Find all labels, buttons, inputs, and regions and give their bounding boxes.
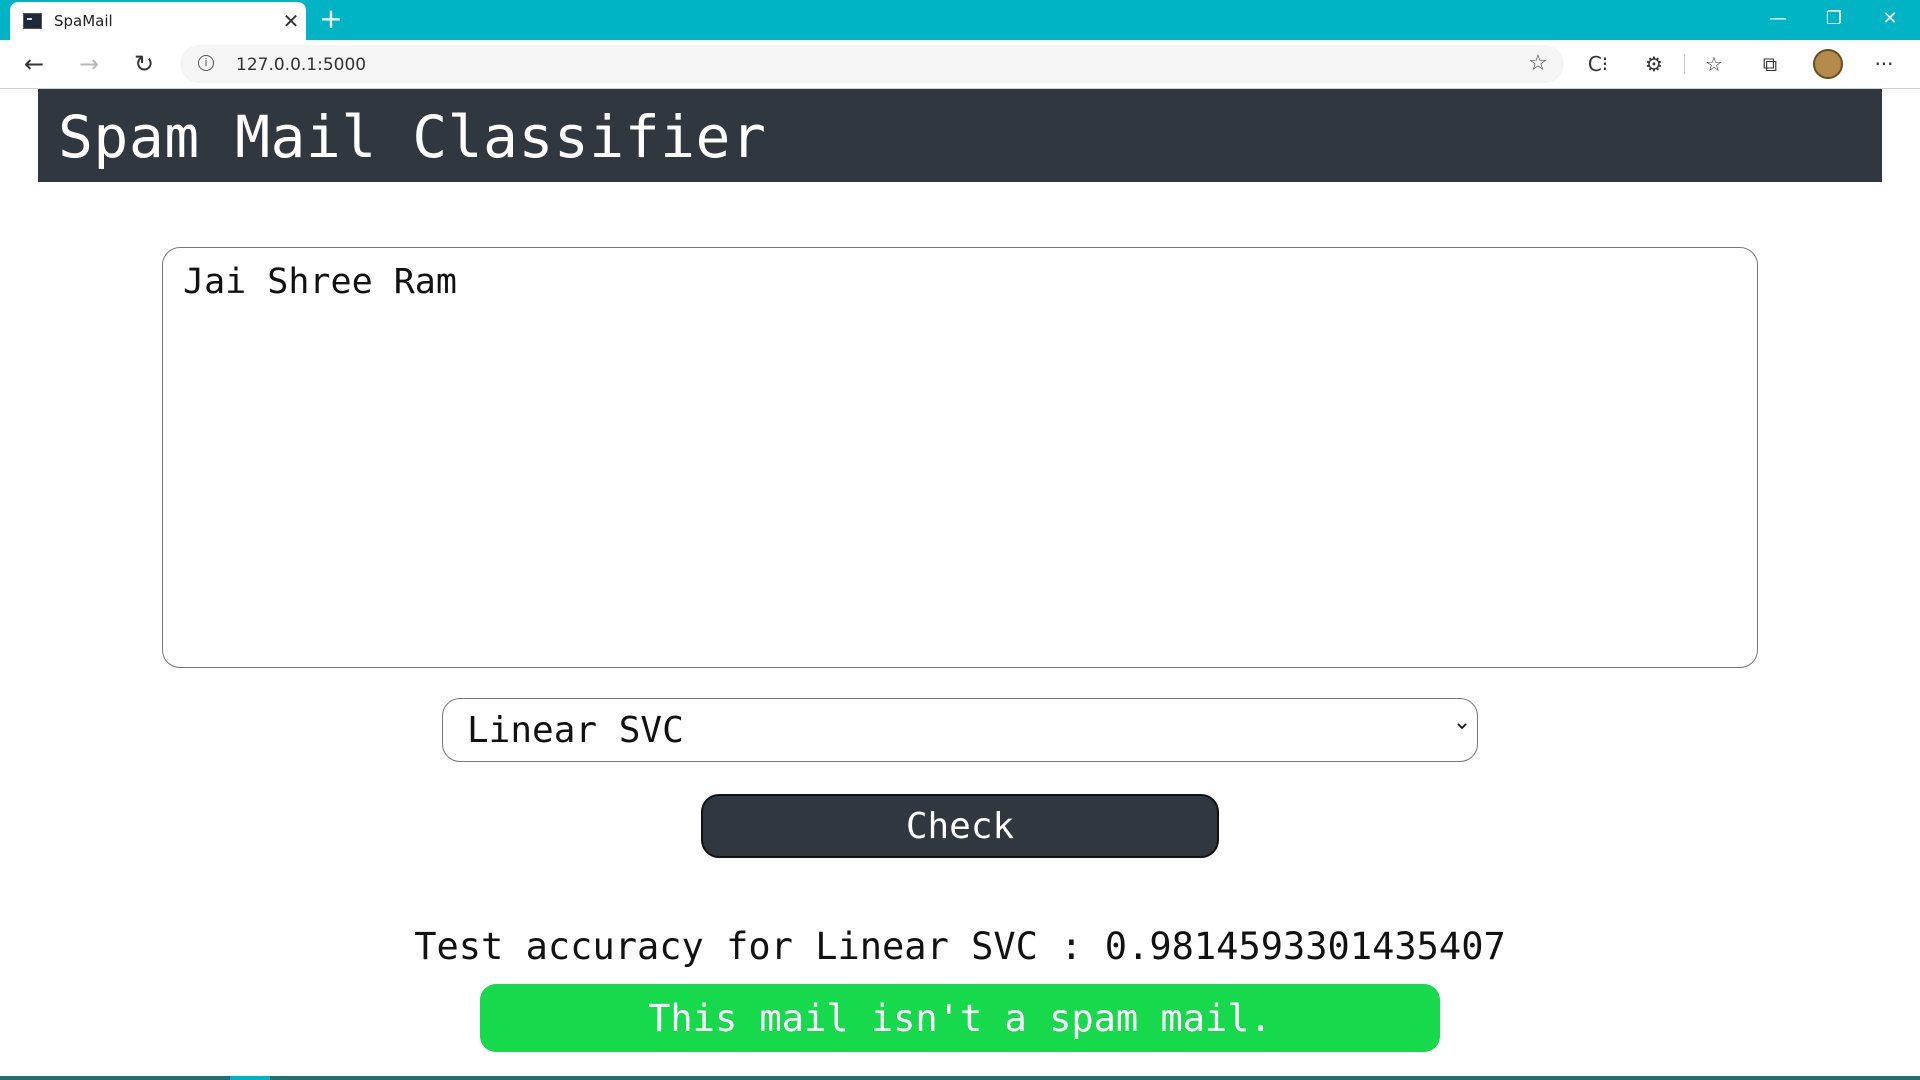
forward-button[interactable]: → xyxy=(71,46,107,82)
page-content: Spam Mail Classifier Jai Shree Ram Linea… xyxy=(0,89,1920,1080)
url-text[interactable]: 127.0.0.1:5000 xyxy=(236,55,366,75)
extensions-icon[interactable]: ⚙ xyxy=(1636,46,1672,82)
model-select[interactable]: Linear SVC xyxy=(442,698,1478,762)
site-info-icon[interactable]: i xyxy=(198,55,214,71)
browser-titlebar: SpaMail ✕ + — ❐ ✕ xyxy=(0,0,1920,40)
chevron-down-icon xyxy=(1457,723,1467,730)
result-banner: This mail isn't a spam mail. xyxy=(480,984,1440,1052)
more-icon[interactable]: ··· xyxy=(1866,46,1902,82)
browser-toolbar: ← → ↻ i 127.0.0.1:5000 ☆ C⁝ ⚙ ☆ ⧉ ··· xyxy=(0,40,1920,89)
reload-button[interactable]: ↻ xyxy=(126,46,162,82)
tab-close-icon[interactable]: ✕ xyxy=(278,8,304,34)
page-header: Spam Mail Classifier xyxy=(38,89,1882,182)
accuracy-text: Test accuracy for Linear SVC : 0.9814593… xyxy=(414,925,1506,968)
address-bar[interactable]: i 127.0.0.1:5000 ☆ xyxy=(180,45,1564,83)
browser-tab-spamail[interactable]: SpaMail ✕ xyxy=(10,2,306,40)
terminal-favicon-icon xyxy=(23,13,42,29)
mail-text-input[interactable]: Jai Shree Ram xyxy=(162,247,1758,668)
favorites-icon[interactable]: ☆ xyxy=(1696,46,1732,82)
minimize-button[interactable]: — xyxy=(1750,0,1806,40)
new-tab-button[interactable]: + xyxy=(316,4,346,34)
back-button[interactable]: ← xyxy=(16,46,52,82)
check-button[interactable]: Check xyxy=(701,794,1219,858)
taskbar-edge xyxy=(0,1076,1920,1080)
restore-button[interactable]: ❐ xyxy=(1806,0,1862,40)
profile-avatar[interactable] xyxy=(1813,49,1843,79)
taskbar-accent xyxy=(230,1076,270,1080)
model-select-value: Linear SVC xyxy=(467,709,684,751)
close-window-button[interactable]: ✕ xyxy=(1862,0,1918,40)
tab-title: SpaMail xyxy=(54,12,113,30)
toolbar-divider xyxy=(1684,54,1685,74)
reading-mode-icon[interactable]: C⁝ xyxy=(1580,46,1616,82)
collections-icon[interactable]: ⧉ xyxy=(1752,46,1788,82)
favorite-add-icon[interactable]: ☆ xyxy=(1524,50,1552,78)
page-title: Spam Mail Classifier xyxy=(58,103,767,171)
